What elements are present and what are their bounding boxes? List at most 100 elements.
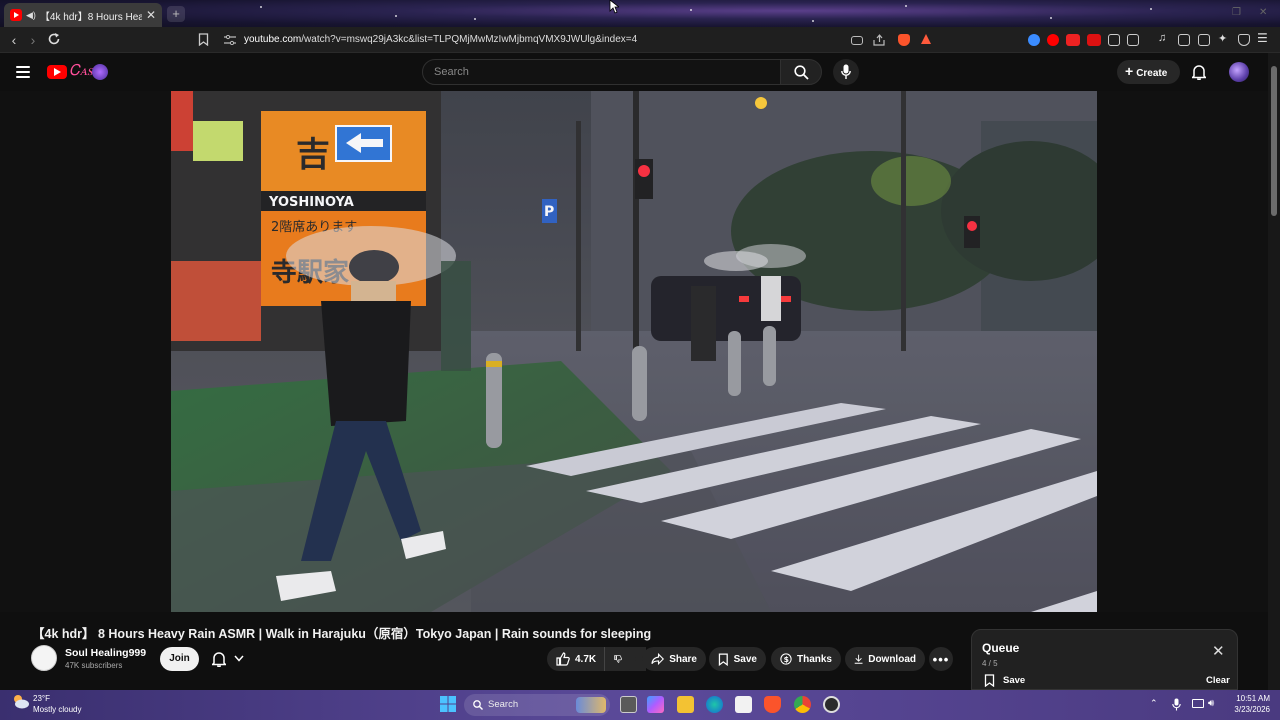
network-icon[interactable]	[1192, 699, 1204, 708]
taskbar-search-label: Search	[488, 699, 519, 710]
taskbar-search-box[interactable]: Search	[464, 694, 610, 716]
volume-icon[interactable]: 🔊︎	[1208, 698, 1214, 709]
microphone-tray-icon[interactable]	[1172, 698, 1181, 711]
tab-title: 【4k hdr】8 Hours Heavy Rain	[39, 11, 142, 23]
chrome-browser-icon[interactable]	[794, 696, 811, 713]
rain-haze	[171, 91, 1097, 612]
more-dots-icon: •••	[932, 651, 950, 667]
brave-browser-icon[interactable]	[764, 696, 781, 713]
file-explorer-icon[interactable]	[677, 696, 694, 713]
extension-red-icon[interactable]	[1066, 34, 1080, 46]
channel-name[interactable]: Soul Healing999	[65, 647, 146, 659]
close-queue-icon[interactable]: ✕	[1212, 642, 1225, 660]
notifications-bell-icon[interactable]	[1192, 64, 1206, 80]
extension-blue-icon[interactable]	[1028, 34, 1040, 46]
clock-time: 10:51 AM	[1236, 694, 1270, 703]
site-settings-icon[interactable]	[224, 35, 236, 45]
forward-arrow-icon[interactable]: ›	[24, 31, 42, 49]
extension-red-2-icon[interactable]	[1087, 34, 1101, 46]
extension-youtube-icon[interactable]	[1047, 34, 1059, 46]
scrollbar-thumb[interactable]	[1271, 66, 1277, 216]
restore-window-icon[interactable]: ❐	[1232, 7, 1242, 18]
queue-title: Queue	[982, 641, 1020, 655]
mouse-cursor-icon	[609, 0, 619, 14]
close-window-icon[interactable]: ✕	[1259, 7, 1269, 18]
background-star	[395, 15, 397, 17]
close-tab-icon[interactable]: ✕	[146, 8, 156, 22]
browser-toolbar: ‹ › youtube.com/watch?v=mswq29jA3kc&list…	[0, 27, 1280, 53]
youtube-favicon-icon	[10, 9, 22, 21]
windows-start-icon[interactable]	[440, 696, 456, 712]
queue-clear-button[interactable]: Clear	[1206, 675, 1230, 686]
new-tab-button[interactable]: +	[167, 6, 185, 22]
search-input[interactable]: Search	[422, 59, 781, 85]
bell-icon	[212, 652, 226, 667]
thanks-button[interactable]: $ Thanks	[771, 647, 841, 671]
share-page-icon[interactable]	[873, 34, 886, 46]
thanks-label: Thanks	[796, 653, 832, 665]
audio-playing-icon[interactable]: ◀)	[26, 10, 36, 21]
youtube-doodle-logo[interactable]: Ꮯꭺꮪ	[69, 61, 93, 79]
search-button[interactable]	[780, 59, 822, 85]
voice-search-button[interactable]	[833, 59, 859, 85]
youtube-logo-icon[interactable]	[47, 65, 67, 79]
thumbs-down-icon	[614, 655, 622, 663]
save-label: Save	[733, 653, 757, 665]
browser-tab-active[interactable]: ◀) 【4k hdr】8 Hours Heavy Rain ✕	[4, 3, 162, 27]
save-bookmark-icon	[718, 653, 728, 666]
thumbs-up-icon	[556, 652, 570, 666]
create-button[interactable]: + Create	[1117, 60, 1180, 84]
download-button[interactable]: Download	[845, 647, 925, 671]
obs-studio-icon[interactable]	[823, 696, 840, 713]
back-arrow-icon[interactable]: ‹	[5, 31, 23, 49]
save-button[interactable]: Save	[709, 647, 766, 671]
system-clock[interactable]: 10:51 AM 3/23/2026	[1228, 693, 1270, 715]
microsoft-store-icon[interactable]	[735, 696, 752, 713]
vpn-shield-icon[interactable]	[1238, 34, 1250, 46]
clock-date: 3/23/2026	[1234, 705, 1270, 714]
notification-preferences-button[interactable]	[208, 648, 253, 670]
background-star	[905, 5, 907, 7]
sidebar-toggle-icon[interactable]	[1178, 34, 1190, 46]
background-star	[1150, 8, 1152, 10]
taskbar-search-icon	[473, 700, 483, 710]
search-icon	[794, 65, 809, 80]
show-hidden-icons-chevron[interactable]: ⌃	[1150, 698, 1158, 709]
queue-save-button[interactable]: Save	[1003, 675, 1025, 686]
extensions-puzzle-icon[interactable]	[1108, 34, 1120, 46]
browser-tab-bar: ◀) 【4k hdr】8 Hours Heavy Rain ✕ + ❐ ✕	[0, 0, 1280, 27]
copilot-icon[interactable]	[647, 696, 664, 713]
leo-ai-icon[interactable]: ✦	[1218, 32, 1230, 45]
weather-description[interactable]: Mostly cloudy	[33, 705, 81, 714]
more-actions-button[interactable]: •••	[929, 647, 953, 671]
join-button[interactable]: Join	[160, 647, 199, 671]
background-star	[1050, 17, 1052, 19]
channel-avatar[interactable]	[31, 645, 57, 671]
background-star	[474, 18, 476, 20]
reload-icon[interactable]	[47, 32, 61, 46]
weather-temperature[interactable]: 23°F	[33, 694, 50, 703]
address-bar-url[interactable]: youtube.com/watch?v=mswq29jA3kc&list=TLP…	[244, 34, 637, 45]
queue-save-icon[interactable]	[984, 674, 995, 687]
share-button[interactable]: Share	[642, 647, 706, 671]
screenshot-icon[interactable]	[1127, 34, 1139, 46]
edge-browser-icon[interactable]	[706, 696, 723, 713]
picture-in-picture-icon[interactable]	[851, 36, 863, 45]
create-label: Create	[1136, 68, 1168, 79]
share-label: Share	[669, 653, 697, 665]
url-path: /watch?v=mswq29jA3kc&list=TLPQMjMwMzIwMj…	[301, 34, 638, 45]
browser-menu-icon[interactable]: ☰	[1257, 31, 1269, 45]
video-player[interactable]: 吉 YOSHINOYA 2階席あります 寺駅家 P	[171, 91, 1097, 612]
brave-rewards-icon[interactable]	[921, 34, 931, 44]
youtube-masthead: Ꮯꭺꮪ Search + Create	[0, 53, 1268, 91]
wallet-icon[interactable]	[1198, 34, 1210, 46]
music-note-icon[interactable]: ♫	[1158, 32, 1170, 44]
weather-cloud-icon[interactable]	[12, 693, 30, 711]
queue-position: 4 / 5	[982, 659, 998, 668]
task-view-icon[interactable]	[620, 696, 637, 713]
account-avatar[interactable]	[1229, 62, 1249, 82]
bookmark-icon[interactable]	[198, 33, 209, 46]
dislike-button[interactable]	[604, 647, 636, 671]
hamburger-menu-icon[interactable]	[16, 66, 30, 78]
brave-shields-icon[interactable]	[898, 34, 910, 46]
